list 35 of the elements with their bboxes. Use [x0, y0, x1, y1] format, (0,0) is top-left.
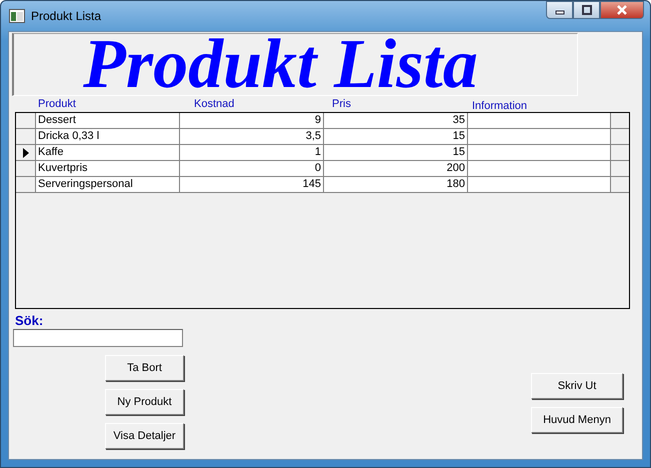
- table-cell: 145: [180, 177, 324, 192]
- table-cell: 35: [324, 113, 468, 128]
- table-cell: Dricka 0,33 l: [36, 129, 180, 144]
- table-cell: Serveringspersonal: [36, 177, 180, 192]
- action-button[interactable]: Ny Produkt: [105, 389, 184, 415]
- search-field[interactable]: [13, 329, 183, 347]
- table-cell: Kaffe: [36, 145, 180, 160]
- table-cell: Kuvertpris: [36, 161, 180, 176]
- maximize-button[interactable]: [573, 1, 600, 19]
- action-button[interactable]: Visa Detaljer: [105, 423, 184, 449]
- action-button[interactable]: Skriv Ut: [531, 373, 623, 399]
- table-cell: 200: [324, 161, 468, 176]
- action-button[interactable]: Ta Bort: [105, 355, 184, 381]
- maximize-icon: [582, 5, 592, 15]
- table-cell: 180: [324, 177, 468, 192]
- close-button[interactable]: [600, 1, 644, 19]
- table-cell: Dessert: [36, 113, 180, 128]
- table-cell: 3,5: [180, 129, 324, 144]
- column-header: Information: [472, 99, 528, 112]
- table-cell: 15: [324, 129, 468, 144]
- search-label: Sök:: [15, 313, 44, 328]
- minimize-button[interactable]: [546, 1, 573, 19]
- table-cell: 15: [324, 145, 468, 160]
- action-button[interactable]: Huvud Menyn: [531, 407, 623, 433]
- column-header: Produkt: [38, 97, 77, 112]
- column-header: Pris: [332, 97, 352, 112]
- banner-title: Produkt Lista: [83, 30, 478, 100]
- column-header: Kostnad: [193, 97, 236, 112]
- table-cell: 0: [180, 161, 324, 176]
- current-record-icon: [22, 148, 28, 158]
- app-window-icon: [9, 8, 25, 22]
- table-cell: 1: [180, 145, 324, 160]
- window-title: Produkt Lista: [31, 8, 102, 22]
- table-cell: 9: [180, 113, 324, 128]
- close-icon: [616, 5, 628, 15]
